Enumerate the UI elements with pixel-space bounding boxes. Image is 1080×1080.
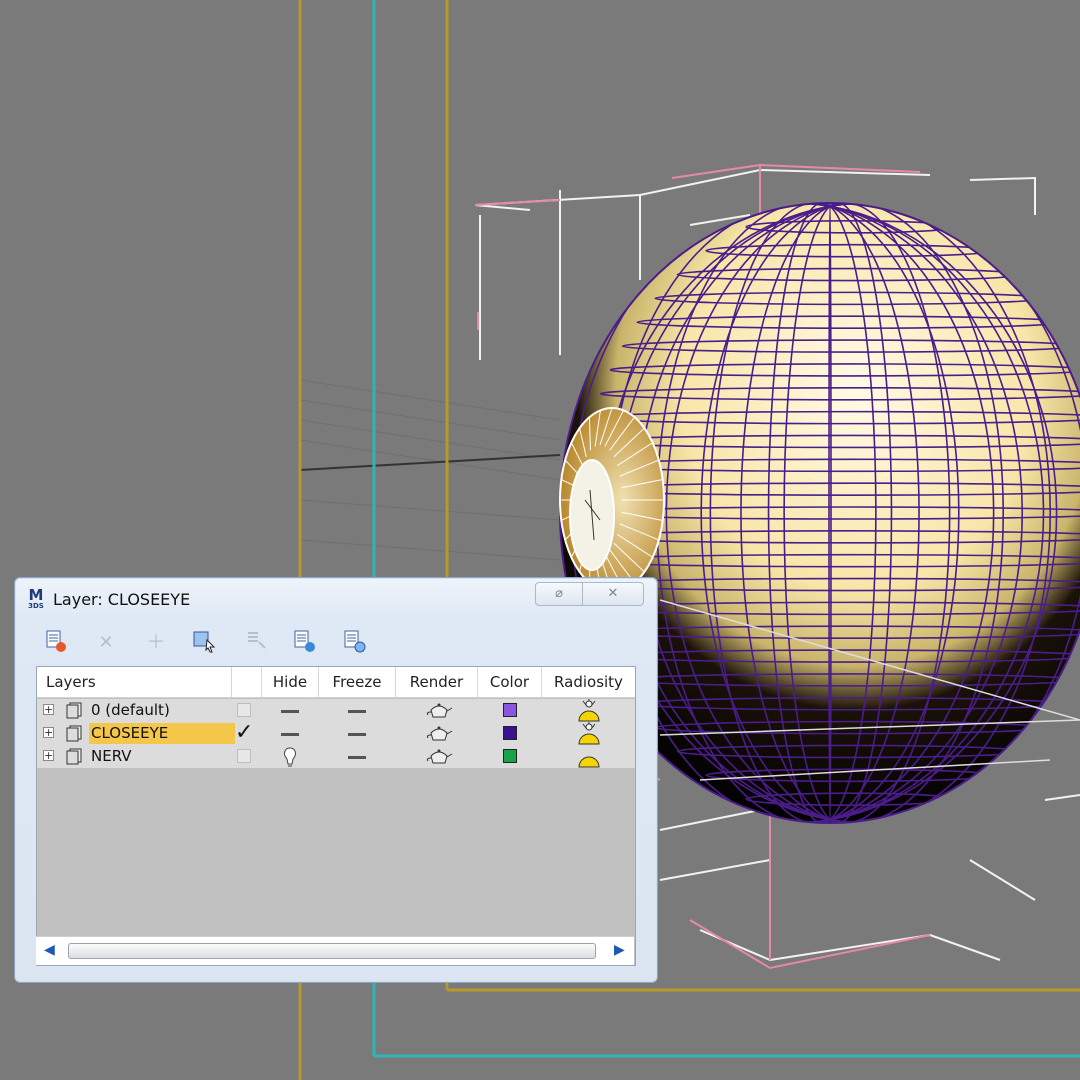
select-objects-icon	[193, 631, 216, 653]
expand-icon[interactable]: +	[43, 727, 54, 738]
dialog-title: Layer: CLOSEEYE	[53, 590, 191, 609]
layer-stack-icon	[66, 702, 82, 719]
max-app-icon: M 3DS	[28, 586, 44, 611]
layer-stack-icon	[66, 748, 82, 765]
layer-list: Layers Hide Freeze Render Color Radiosit…	[36, 666, 636, 966]
pin-button[interactable]: ⌀	[535, 582, 583, 606]
highlight-layer-icon	[248, 632, 266, 649]
layer-name: NERV	[91, 747, 132, 765]
layer-name-cell[interactable]: NERV	[89, 746, 235, 767]
radiosity-icon[interactable]	[575, 745, 603, 768]
freeze-all-button[interactable]	[339, 628, 369, 658]
layer-row[interactable]: + 0 (default)	[37, 699, 635, 722]
render-teapot-icon[interactable]	[425, 702, 453, 720]
hide-toggle[interactable]	[281, 710, 299, 713]
close-icon: ✕	[607, 586, 619, 601]
scroll-left-icon[interactable]: ◀	[44, 942, 55, 958]
layer-stack-icon	[66, 725, 82, 742]
layer-color-swatch[interactable]	[503, 703, 517, 717]
horizontal-scrollbar[interactable]: ◀ ▶	[36, 936, 634, 965]
layer-name: CLOSEEYE	[91, 724, 169, 742]
current-layer-toggle[interactable]	[237, 749, 251, 763]
expand-icon[interactable]: +	[43, 704, 54, 715]
layer-dialog[interactable]: M 3DS Layer: CLOSEEYE ⌀ ✕ ✕ ＋ Layers Hid…	[14, 577, 658, 983]
freeze-unfreeze-all-icon	[344, 630, 366, 653]
layer-color-swatch[interactable]	[503, 726, 517, 740]
pin-icon: ⌀	[555, 586, 563, 601]
column-current[interactable]	[232, 667, 262, 697]
scroll-right-icon[interactable]: ▶	[614, 942, 625, 958]
layer-name: 0 (default)	[91, 701, 170, 719]
layer-row[interactable]: + NERV	[37, 745, 635, 768]
column-layers[interactable]: Layers	[37, 667, 232, 697]
dialog-titlebar[interactable]: M 3DS Layer: CLOSEEYE ⌀ ✕	[15, 578, 657, 620]
radiosity-icon[interactable]	[575, 699, 603, 722]
column-hide[interactable]: Hide	[262, 667, 319, 697]
column-color[interactable]: Color	[478, 667, 542, 697]
delete-layer-icon: ✕	[98, 632, 114, 653]
highlight-layer-button[interactable]	[241, 628, 271, 658]
create-layer-button[interactable]	[41, 628, 71, 658]
column-freeze[interactable]: Freeze	[319, 667, 396, 697]
hide-toggle[interactable]	[281, 733, 299, 736]
layer-name-cell[interactable]: CLOSEEYE	[89, 723, 235, 744]
scroll-thumb[interactable]	[68, 943, 596, 959]
add-to-layer-icon: ＋	[147, 632, 165, 653]
render-teapot-icon[interactable]	[425, 725, 453, 743]
current-layer-toggle[interactable]	[237, 703, 251, 717]
ground-grid	[299, 379, 561, 561]
freeze-toggle[interactable]	[348, 710, 366, 713]
render-teapot-icon[interactable]	[425, 748, 453, 766]
close-button[interactable]: ✕	[582, 582, 644, 606]
delete-layer-button[interactable]: ✕	[91, 628, 121, 658]
hide-all-button[interactable]	[289, 628, 319, 658]
freeze-toggle[interactable]	[348, 756, 366, 759]
current-layer-checkmark-icon[interactable]: ✓	[235, 720, 253, 745]
column-render[interactable]: Render	[396, 667, 478, 697]
list-header: Layers Hide Freeze Render Color Radiosit…	[37, 667, 635, 698]
layer-name-cell[interactable]: 0 (default)	[89, 700, 235, 721]
add-selection-button[interactable]: ＋	[141, 628, 171, 658]
radiosity-icon[interactable]	[575, 722, 603, 745]
hide-unhide-all-icon	[294, 630, 315, 652]
create-layer-icon	[46, 630, 66, 652]
layer-color-swatch[interactable]	[503, 749, 517, 763]
grid-axis	[299, 454, 561, 471]
freeze-toggle[interactable]	[348, 733, 366, 736]
select-objects-button[interactable]	[189, 628, 219, 658]
column-radiosity[interactable]: Radiosity	[542, 667, 635, 697]
expand-icon[interactable]: +	[43, 750, 54, 761]
iris	[559, 407, 665, 593]
hidden-bulb-icon[interactable]	[280, 746, 300, 768]
layer-row-selected[interactable]: + CLOSEEYE ✓	[37, 720, 635, 745]
